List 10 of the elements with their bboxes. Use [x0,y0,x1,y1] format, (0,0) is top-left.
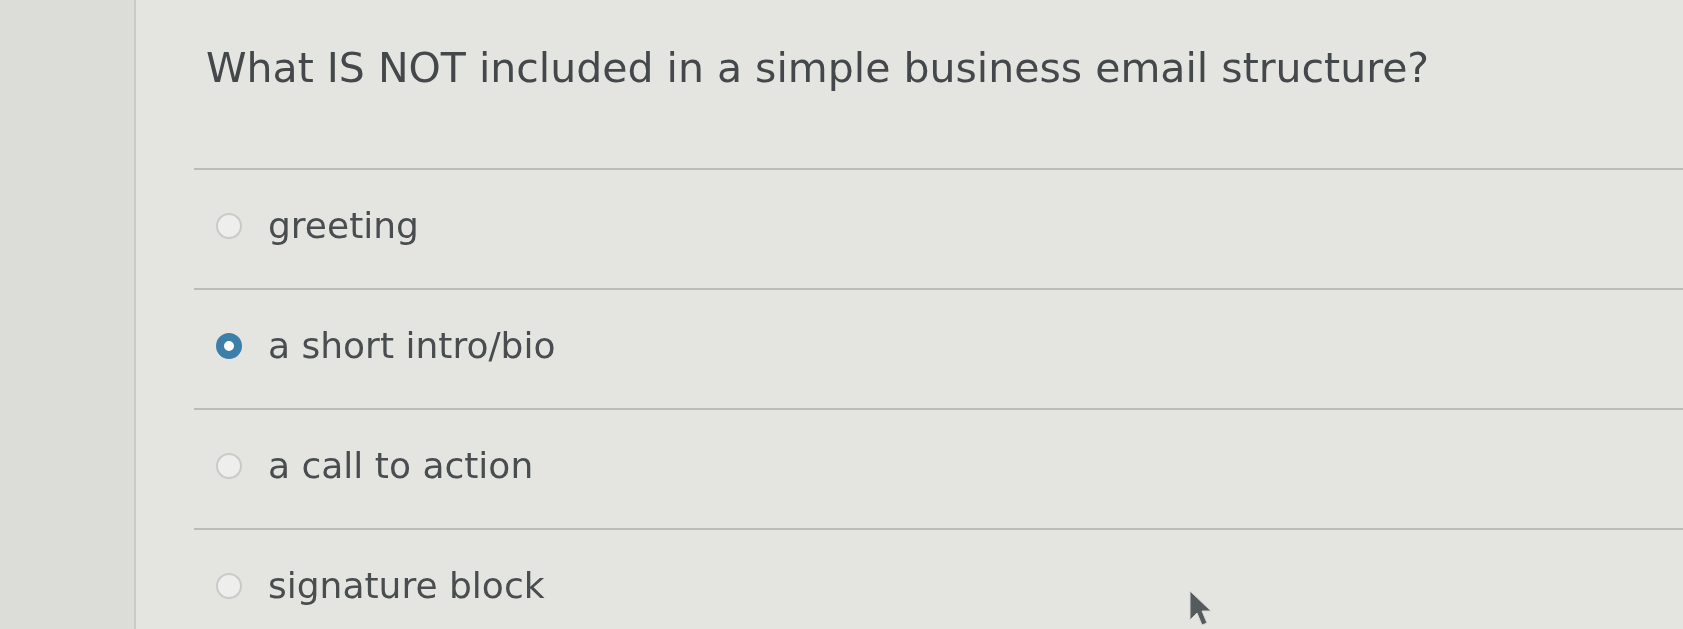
option-label[interactable]: greeting [268,204,419,248]
option-label[interactable]: signature block [268,564,545,608]
cursor-icon [1189,590,1211,626]
option-label[interactable]: a call to action [268,444,534,488]
radio-button[interactable] [216,213,242,239]
radio-button[interactable] [216,573,242,599]
question-text: What IS NOT included in a simple business email structure? [206,43,1431,94]
radio-button[interactable] [216,453,242,479]
option-label[interactable]: a short intro/bio [268,324,556,368]
radio-button[interactable] [216,333,242,359]
